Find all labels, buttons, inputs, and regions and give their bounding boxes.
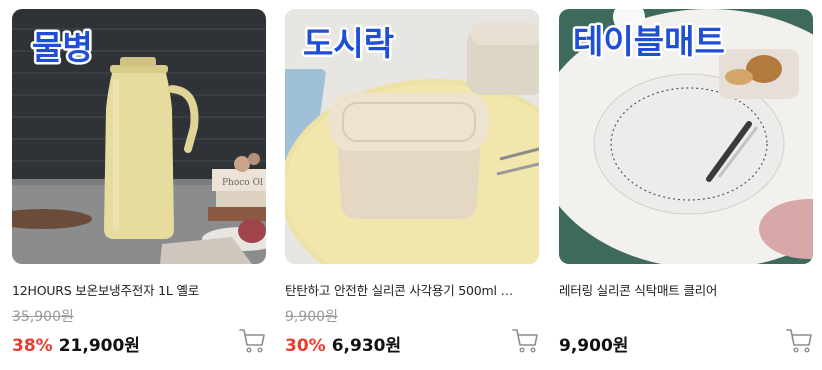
sale-price: 9,900원 bbox=[559, 336, 629, 356]
add-to-cart-button[interactable] bbox=[785, 326, 813, 354]
product-photo-bottle: Phoco Ol 물병 bbox=[12, 9, 266, 264]
category-label: 물병 bbox=[32, 28, 93, 67]
shopping-cart-icon bbox=[786, 329, 812, 353]
product-photo-tablemat: 테이블매트 bbox=[559, 9, 813, 264]
product-image[interactable]: Phoco Ol 물병 bbox=[12, 9, 266, 264]
product-card[interactable]: 테이블매트 레터링 실리콘 식탁매트 클리어 9,900원 bbox=[559, 9, 813, 364]
product-card[interactable]: 도시락 탄탄하고 안전한 실리콘 사각용기 500ml … 9,900원 30%… bbox=[285, 9, 539, 364]
price-row: 9,900원 bbox=[559, 331, 628, 356]
product-name[interactable]: 탄탄하고 안전한 실리콘 사각용기 500ml … bbox=[285, 280, 539, 299]
price-row: 38% 21,900원 bbox=[12, 331, 140, 356]
discount-rate: 38% bbox=[12, 336, 53, 356]
sale-price: 6,930원 bbox=[331, 336, 402, 356]
product-image[interactable]: 테이블매트 bbox=[559, 9, 813, 264]
original-price: 9,900원 bbox=[285, 309, 338, 325]
product-name[interactable]: 12HOURS 보온보냉주전자 1L 옐로 bbox=[12, 280, 266, 299]
product-image[interactable]: 도시락 bbox=[285, 9, 539, 264]
shopping-cart-icon bbox=[239, 329, 265, 353]
original-price: 35,900원 bbox=[12, 309, 74, 325]
discount-rate: 30% bbox=[285, 336, 326, 356]
shopping-cart-icon bbox=[512, 329, 538, 353]
product-name[interactable]: 레터링 실리콘 식탁매트 클리어 bbox=[559, 280, 813, 299]
book-cover-text: Phoco Ol bbox=[222, 178, 263, 188]
sale-price: 21,900원 bbox=[58, 336, 140, 356]
product-card[interactable]: Phoco Ol 물병 12HOURS 보온보냉주전자 1L 옐로 35,900… bbox=[12, 9, 266, 364]
category-label: 테이블매트 bbox=[573, 22, 725, 61]
add-to-cart-button[interactable] bbox=[511, 326, 539, 354]
product-photo-container: 도시락 bbox=[285, 9, 539, 264]
add-to-cart-button[interactable] bbox=[238, 326, 266, 354]
price-row: 30% 6,930원 bbox=[285, 331, 401, 356]
category-label: 도시락 bbox=[303, 24, 394, 63]
